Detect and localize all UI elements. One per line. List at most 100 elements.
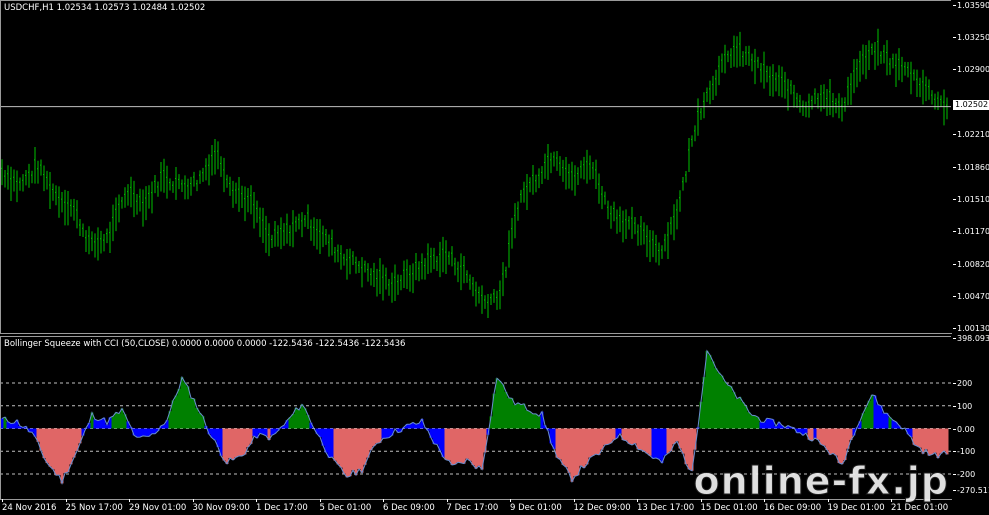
indicator-histogram-bar xyxy=(681,428,685,454)
indicator-histogram-bar xyxy=(330,428,334,458)
indicator-histogram-bar xyxy=(234,428,238,458)
indicator-histogram-bar xyxy=(504,391,508,429)
indicator-histogram-bar xyxy=(882,413,886,429)
time-tick-label: 7 Dec 17:00 xyxy=(446,499,499,513)
indicator-histogram-bar xyxy=(525,410,529,429)
indicator-histogram-bar xyxy=(225,428,229,464)
indicator-histogram-bar xyxy=(474,428,478,469)
indicator-histogram-bar xyxy=(582,428,586,468)
indicator-histogram-bar xyxy=(825,428,829,450)
indicator-header: Bollinger Squeeze with CCI (50,CLOSE) 0.… xyxy=(4,339,406,349)
indicator-histogram-bar xyxy=(717,372,721,429)
indicator-histogram-bar xyxy=(300,404,304,429)
indicator-histogram-bar xyxy=(462,428,466,464)
indicator-histogram-bar xyxy=(9,423,13,429)
indicator-histogram-bar xyxy=(537,416,541,429)
indicator-histogram-bar xyxy=(945,428,949,455)
indicator-histogram-bar xyxy=(408,424,412,429)
indicator-histogram-bar xyxy=(726,385,730,429)
indicator-histogram-bar xyxy=(477,428,481,466)
indicator-histogram-bar xyxy=(573,428,577,477)
indicator-tick-label: -200 xyxy=(952,469,976,479)
indicator-histogram-bar xyxy=(939,428,943,454)
indicator-tick-label: -270.511 xyxy=(953,486,989,495)
indicator-histogram-bar xyxy=(357,428,361,469)
indicator-histogram-bar xyxy=(48,428,52,467)
indicator-histogram-bar xyxy=(885,413,889,429)
indicator-histogram-bar xyxy=(924,428,928,450)
indicator-histogram-bar xyxy=(93,419,97,429)
indicator-histogram-bar xyxy=(174,395,178,429)
indicator-histogram-bar xyxy=(0,418,4,429)
indicator-histogram-bar xyxy=(630,428,634,445)
indicator-histogram-bar xyxy=(612,428,616,440)
indicator-histogram-bar xyxy=(585,428,589,465)
indicator-histogram-bar xyxy=(327,428,331,458)
indicator-histogram-bar xyxy=(360,428,364,473)
indicator-histogram-bar xyxy=(666,428,670,454)
indicator-histogram-bar xyxy=(114,412,118,429)
indicator-histogram-bar xyxy=(465,428,469,459)
indicator-histogram-bar xyxy=(240,428,244,456)
indicator-histogram-bar xyxy=(519,404,523,429)
price-axis[interactable]: 1.03590 1.03250 1.02900 1.02210 1.01860 1.015… xyxy=(951,0,989,333)
indicator-histogram-bar xyxy=(117,413,121,429)
indicator-histogram-bar xyxy=(753,415,757,429)
indicator-histogram-bar xyxy=(651,428,655,459)
indicator-histogram-bar xyxy=(453,428,457,465)
indicator-histogram-bar xyxy=(600,428,604,450)
indicator-histogram-bar xyxy=(468,428,472,461)
indicator-histogram-bar xyxy=(675,428,679,442)
indicator-histogram-bar xyxy=(933,428,937,453)
price-tick-label: 1.01860 xyxy=(952,162,989,172)
indicator-histogram-bar xyxy=(564,428,568,468)
indicator-histogram-bar xyxy=(246,428,250,448)
indicator-histogram-bar xyxy=(891,420,895,429)
indicator-histogram-bar xyxy=(552,428,556,449)
indicator-histogram-bar xyxy=(729,386,733,429)
indicator-histogram-bar xyxy=(144,428,148,437)
indicator-histogram-bar xyxy=(180,377,184,429)
time-tick-label: 15 Dec 01:00 xyxy=(700,499,758,513)
indicator-histogram-bar xyxy=(435,428,439,445)
indicator-histogram-bar xyxy=(660,428,664,463)
indicator-histogram-bar xyxy=(672,428,676,445)
indicator-histogram-bar xyxy=(507,397,511,429)
indicator-histogram-bar xyxy=(510,398,514,429)
indicator-histogram-bar xyxy=(369,428,373,451)
indicator-histogram-bar xyxy=(927,428,931,456)
indicator-histogram-bar xyxy=(654,428,658,459)
indicator-histogram-bar xyxy=(810,428,814,441)
indicator-histogram-bar xyxy=(744,405,748,429)
indicator-histogram-bar xyxy=(723,381,727,429)
indicator-histogram-bar xyxy=(135,428,139,438)
indicator-histogram-bar xyxy=(645,428,649,454)
indicator-histogram-bar xyxy=(513,404,517,429)
price-chart-pane[interactable]: USDCHF,H1 1.02534 1.02573 1.02484 1.0250… xyxy=(0,0,951,333)
indicator-histogram-bar xyxy=(813,428,817,439)
price-tick-label: 1.02210 xyxy=(952,129,989,139)
time-tick-label: 16 Dec 09:00 xyxy=(764,499,822,513)
indicator-histogram-bar xyxy=(138,428,142,438)
indicator-histogram-bar xyxy=(570,428,574,482)
indicator-histogram-bar xyxy=(534,413,538,429)
time-tick-label: 24 Nov 2016 xyxy=(2,499,57,513)
indicator-histogram-bar xyxy=(498,381,502,429)
indicator-histogram-bar xyxy=(372,428,376,447)
indicator-histogram-bar xyxy=(837,428,841,463)
indicator-histogram-bar xyxy=(222,428,226,461)
indicator-histogram-bar xyxy=(720,375,724,429)
indicator-histogram-bar xyxy=(516,402,520,429)
indicator-histogram-bar xyxy=(549,428,553,444)
indicator-histogram-bar xyxy=(624,428,628,441)
indicator-histogram-bar xyxy=(873,395,877,429)
indicator-histogram-bar xyxy=(363,428,367,465)
indicator-histogram-bar xyxy=(579,428,583,466)
price-chart-canvas[interactable] xyxy=(0,0,951,333)
time-tick-label: 9 Dec 01:00 xyxy=(510,499,562,513)
indicator-histogram-bar xyxy=(732,392,736,429)
indicator-histogram-bar xyxy=(354,428,358,476)
indicator-histogram-bar xyxy=(54,428,58,476)
indicator-histogram-bar xyxy=(384,428,388,439)
indicator-axis[interactable]: 398.093 200 100 0.00 -100 -200 -270.511 xyxy=(951,334,989,499)
